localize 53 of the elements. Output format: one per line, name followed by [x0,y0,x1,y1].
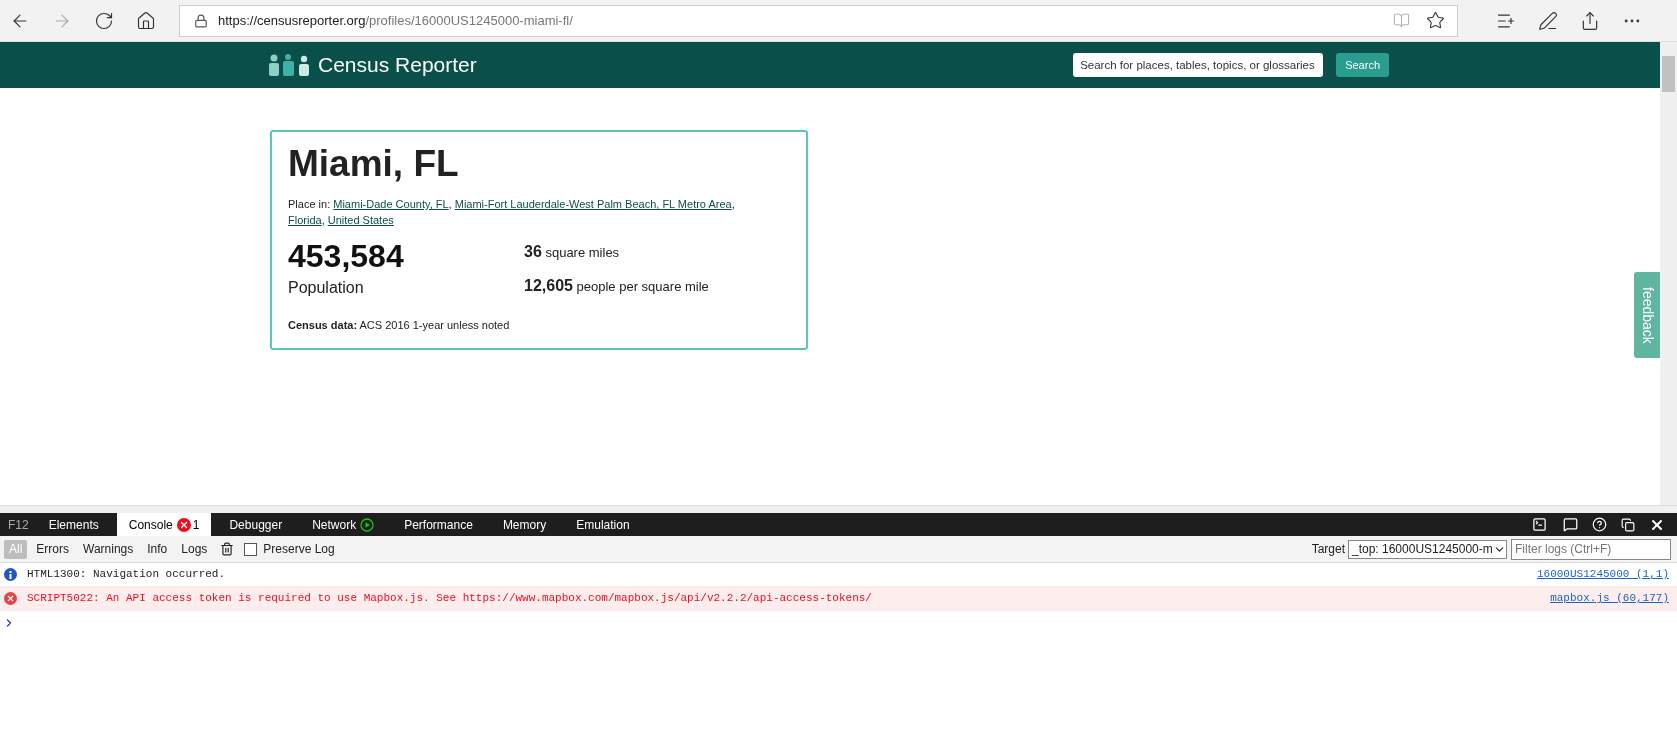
home-icon[interactable] [136,10,156,31]
place-link[interactable]: Miami-Dade County, FL [333,198,449,210]
scrollbar[interactable] [1660,42,1677,505]
filter-button[interactable]: Warnings [78,539,139,559]
message-text: SCRIPT5022: An API access token is required to use Mapbox.js. See https://www.mapbox.com/mapbox.js/api/v2.2.2/api-access-tokens/ [27,591,872,607]
message-text: HTML1300: Navigation occurred. [27,567,226,583]
preserve-log-checkbox[interactable] [244,542,258,556]
place-link[interactable]: Florida [288,214,322,226]
devtools-tab[interactable]: Performance [392,513,485,536]
devtools-tab[interactable]: Console 1 [116,513,212,536]
console-icon[interactable] [1532,517,1547,532]
target-dropdown[interactable]: _top: 16000US1245000-m [1348,539,1507,559]
stat-text: 12,605 people per square mile [524,276,709,296]
place-title: Miami, FL [288,142,460,186]
help-icon[interactable] [1592,517,1607,532]
place-in-text: Place in: Miami-Dade County, FL, Miami-Fort Lauderdale-West Palm Beach, FL Metro Area, Florida, United States [288,197,736,228]
scrollbar-thumb[interactable] [1662,56,1675,92]
source-link[interactable]: 16000US1245000 (1,1) [1536,566,1669,583]
census-data-note: Census data: ACS 2016 1-year unless noted [288,318,511,333]
filter-button[interactable]: Errors [31,539,74,559]
place-link[interactable]: Miami-Fort Lauderdale-West Palm Beach, FL Metro Area [454,198,732,210]
url-text: https://censusreporter.org/profiles/16000US1245000-miami-fl/ [218,11,573,30]
preserve-log-label: Preserve Log [263,541,335,558]
filter-button[interactable]: Logs [176,539,213,559]
filter-button[interactable]: Info [142,539,173,559]
share-icon[interactable] [1580,10,1600,31]
error-icon [176,517,191,532]
favorite-star-icon[interactable] [1426,11,1445,30]
error-icon [4,592,17,605]
clear-console-icon[interactable] [220,542,235,556]
devtools-tab[interactable]: Elements [36,513,111,536]
devtools-tab[interactable]: Network [300,513,387,536]
f12-label: F12 [7,516,30,534]
population-label: Population [288,278,365,298]
population-value: 453,584 [288,238,405,274]
place-link[interactable]: United States [327,214,394,226]
devtools-tab[interactable]: Emulation [564,513,642,536]
refresh-icon[interactable] [94,10,114,31]
address-bar[interactable]: https://censusreporter.org/profiles/16000US1245000-miami-fl/ [179,4,1458,37]
target-label: Target [1311,541,1345,558]
play-icon [360,517,375,532]
devtools-tab[interactable]: Memory [490,513,559,536]
stat-text: 36 square miles [524,242,621,262]
devtools-tab[interactable]: Debugger [217,513,295,536]
people-logo-icon[interactable] [268,54,312,76]
info-icon [4,568,17,581]
filter-logs-field[interactable]: Filter logs (Ctrl+F) [1511,538,1671,560]
lock-icon [194,13,208,28]
error-count: 1 [192,516,200,534]
site-title[interactable]: Census Reporter [318,49,477,81]
source-link[interactable]: mapbox.js (60,177) [1550,590,1669,607]
pen-icon[interactable] [1538,10,1558,31]
search-field[interactable]: Search for places, tables, topics, or glossaries [1073,53,1324,77]
